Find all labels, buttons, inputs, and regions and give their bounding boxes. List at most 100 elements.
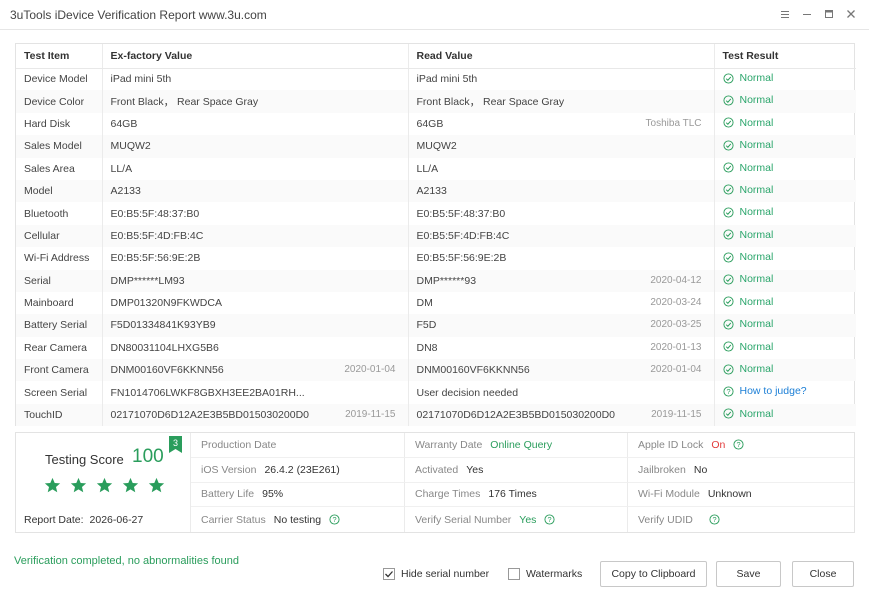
test-item-cell: Device Color bbox=[16, 90, 102, 113]
read-value-cell: E0:B5:5F:4D:FB:4C bbox=[407, 224, 714, 248]
read-value: DNM00160VF6KKNN56 bbox=[416, 364, 530, 377]
table-row: Device Color Front Black， Rear Space Gray… bbox=[16, 90, 856, 113]
factory-value-cell: iPad mini 5th bbox=[101, 68, 408, 91]
help-icon[interactable]: ? bbox=[733, 439, 744, 450]
table-row: Sales Area LL/A LL/A Normal bbox=[16, 157, 856, 180]
read-date: 2020-04-12 bbox=[650, 274, 702, 286]
read-value-cell: F5D 2020-03-25 bbox=[407, 314, 714, 337]
result-text: Normal bbox=[739, 318, 774, 331]
read-value: User decision needed bbox=[416, 386, 519, 399]
read-value-cell: iPad mini 5th bbox=[407, 68, 714, 91]
carrier-status-value: No testing bbox=[273, 513, 322, 526]
result-text: Normal bbox=[739, 206, 774, 219]
table-header-row: Test Item Ex-factory Value Read Value Te… bbox=[16, 44, 856, 69]
copy-to-clipboard-button[interactable]: Copy to Clipboard bbox=[600, 561, 707, 587]
read-value: iPad mini 5th bbox=[416, 73, 478, 86]
checkbox-checked-icon[interactable] bbox=[383, 568, 395, 580]
save-button[interactable]: Save bbox=[716, 561, 781, 587]
factory-value-cell: MUQW2 bbox=[101, 135, 408, 158]
check-circle-icon bbox=[722, 319, 734, 330]
menu-icon[interactable] bbox=[775, 4, 795, 24]
read-value-cell: 64GB Toshiba TLC bbox=[407, 112, 714, 136]
test-item-cell: Sales Area bbox=[24, 162, 75, 175]
footer-bar: Verification completed, no abnormalities… bbox=[0, 545, 869, 600]
star-icon bbox=[96, 477, 113, 493]
check-circle-icon bbox=[722, 73, 734, 84]
wifi-module-cell: Wi-Fi Module Unknown bbox=[627, 482, 854, 508]
online-query-link[interactable]: Online Query bbox=[490, 439, 552, 451]
checkbox-unchecked-icon[interactable] bbox=[508, 568, 520, 580]
read-value: E0:B5:5F:4D:FB:4C bbox=[416, 229, 510, 242]
close-icon[interactable] bbox=[841, 4, 861, 24]
factory-value: E0:B5:5F:48:37:B0 bbox=[110, 207, 200, 220]
svg-text:?: ? bbox=[548, 515, 552, 524]
score-box: Testing Score 100 3 Report Date: 2026-06-… bbox=[16, 433, 191, 532]
table-row: Device Model iPad mini 5th iPad mini 5th No… bbox=[16, 68, 856, 91]
check-circle-icon bbox=[722, 140, 734, 151]
result-status: Normal bbox=[722, 251, 773, 263]
read-value: LL/A bbox=[416, 162, 439, 175]
test-item-cell: Hard Disk bbox=[24, 117, 71, 130]
jailbroken-value: No bbox=[693, 463, 708, 476]
read-value: 02171070D6D12A2E3B5BD015030200D0 bbox=[416, 409, 616, 422]
table-row: Wi-Fi Address E0:B5:5F:56:9E:2B E0:B5:5F:5… bbox=[16, 247, 856, 270]
report-table: Test Item Ex-factory Value Read Value Te… bbox=[16, 44, 856, 427]
star-icon bbox=[122, 477, 139, 493]
activated-label: Activated bbox=[415, 463, 459, 476]
activated-cell: Activated Yes bbox=[404, 457, 627, 483]
table-body: Device Model iPad mini 5th iPad mini 5th No… bbox=[16, 68, 856, 427]
activated-value: Yes bbox=[466, 463, 484, 476]
how-to-judge-link[interactable]: ? How to judge? bbox=[722, 385, 807, 397]
help-icon[interactable]: ? bbox=[329, 514, 340, 525]
read-date: 2020-03-24 bbox=[650, 296, 702, 308]
watermarks-label: Watermarks bbox=[526, 568, 583, 580]
read-date: 2020-01-13 bbox=[650, 341, 702, 353]
factory-value-cell: DMP01320N9FKWDCA bbox=[101, 291, 408, 315]
factory-value-cell: E0:B5:5F:48:37:B0 bbox=[101, 202, 408, 225]
minimize-icon[interactable] bbox=[797, 4, 817, 24]
test-result-cell: Normal bbox=[713, 336, 856, 360]
test-item-cell: Wi-Fi Address bbox=[24, 252, 90, 265]
result-text: Normal bbox=[739, 273, 774, 286]
maximize-icon[interactable] bbox=[819, 4, 839, 24]
close-button[interactable]: Close bbox=[792, 561, 854, 587]
device-info-panel: Testing Score 100 3 Report Date: 2026-06-… bbox=[15, 432, 855, 533]
result-text: Normal bbox=[739, 139, 774, 152]
test-item-cell: Mainboard bbox=[24, 297, 74, 310]
factory-value: MUQW2 bbox=[110, 140, 151, 153]
table-row: Bluetooth E0:B5:5F:48:37:B0 E0:B5:5F:48:37… bbox=[16, 202, 856, 225]
battery-life-value: 95% bbox=[262, 488, 284, 501]
test-result-cell: Normal bbox=[713, 269, 856, 292]
read-value: DMP******93 bbox=[416, 274, 477, 287]
verify-serial-label: Verify Serial Number bbox=[415, 513, 512, 526]
result-status: Normal bbox=[722, 296, 773, 308]
factory-value: iPad mini 5th bbox=[110, 73, 172, 86]
read-value-cell: LL/A bbox=[407, 157, 714, 180]
report-table-container: Test Item Ex-factory Value Read Value Te… bbox=[15, 43, 856, 427]
table-row: Front Camera DNM00160VF6KKNN56 2020-01-04 D… bbox=[16, 359, 856, 382]
factory-value: 64GB bbox=[110, 117, 138, 130]
factory-value: DMP******LM93 bbox=[110, 274, 185, 287]
result-text: Normal bbox=[739, 72, 774, 85]
factory-value: Front Black， Rear Space Gray bbox=[110, 96, 259, 109]
test-item-cell: Device Model bbox=[24, 73, 88, 86]
help-icon[interactable]: ? bbox=[544, 514, 555, 525]
help-icon[interactable]: ? bbox=[709, 514, 720, 525]
verify-udid-label: Verify UDID bbox=[638, 513, 693, 526]
test-item-cell: Sales Model bbox=[16, 135, 102, 158]
watermarks-checkbox[interactable]: Watermarks bbox=[508, 568, 582, 580]
header-ex-factory: Ex-factory Value bbox=[101, 44, 408, 69]
test-item-cell: Model bbox=[16, 179, 102, 203]
result-status: Normal bbox=[722, 139, 774, 152]
read-value-cell: DN8 2020-01-13 bbox=[407, 336, 714, 360]
check-circle-icon bbox=[722, 229, 734, 240]
verification-status: Verification completed, no abnormalities… bbox=[14, 555, 240, 567]
hide-serial-checkbox[interactable]: Hide serial number bbox=[383, 568, 489, 580]
factory-value-cell: DNM00160VF6KKNN56 2020-01-04 bbox=[101, 359, 408, 382]
factory-value-cell: DN80031104LHXG5B6 bbox=[101, 336, 408, 360]
result-status: Normal bbox=[722, 318, 774, 331]
check-circle-icon bbox=[722, 408, 734, 419]
factory-value: DN80031104LHXG5B6 bbox=[110, 341, 219, 354]
ios-version-value: 26.4.2 (23E261) bbox=[264, 463, 340, 476]
read-value-cell: DM 2020-03-24 bbox=[407, 291, 714, 315]
